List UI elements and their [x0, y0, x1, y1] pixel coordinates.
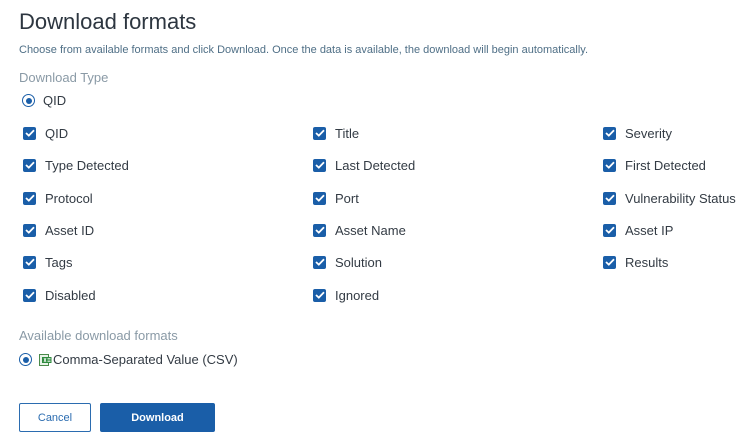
- field-label: Results: [625, 254, 669, 270]
- field-label: Type Detected: [45, 157, 129, 173]
- checkbox-checked-icon[interactable]: [313, 288, 326, 302]
- field-label: Severity: [625, 125, 672, 141]
- cancel-button[interactable]: Cancel: [19, 403, 91, 432]
- field-checkbox-asset-name[interactable]: Asset Name: [313, 222, 406, 238]
- checkbox-checked-icon[interactable]: [603, 126, 616, 140]
- download-type-option-label: QID: [43, 93, 67, 108]
- field-label: Asset Name: [335, 222, 406, 238]
- field-label: Title: [335, 125, 360, 141]
- field-checkbox-results[interactable]: Results: [603, 254, 668, 270]
- format-option-label: Comma-Separated Value (CSV): [53, 352, 238, 367]
- field-checkbox-ignored[interactable]: Ignored: [313, 287, 379, 303]
- download-button[interactable]: Download: [100, 403, 215, 432]
- checkbox-checked-icon[interactable]: [603, 191, 616, 205]
- field-checkbox-port[interactable]: Port: [313, 190, 359, 206]
- format-radio-csv[interactable]: Comma-Separated Value (CSV): [19, 352, 238, 367]
- field-checkbox-vulnerability-status[interactable]: Vulnerability Status: [603, 190, 736, 206]
- checkbox-checked-icon[interactable]: [603, 158, 616, 172]
- checkbox-checked-icon[interactable]: [23, 158, 36, 172]
- checkbox-checked-icon[interactable]: [313, 255, 326, 269]
- field-checkbox-tags[interactable]: Tags: [23, 254, 72, 270]
- field-label: Vulnerability Status: [625, 190, 736, 206]
- checkbox-checked-icon[interactable]: [23, 191, 36, 205]
- checkbox-checked-icon[interactable]: [313, 126, 326, 140]
- checkbox-checked-icon[interactable]: [23, 126, 36, 140]
- field-label: Last Detected: [335, 157, 416, 173]
- checkbox-checked-icon[interactable]: [313, 223, 326, 237]
- field-label: QID: [45, 125, 69, 141]
- available-formats-label: Available download formats: [19, 328, 178, 343]
- dialog-description: Choose from available formats and click …: [19, 44, 589, 56]
- field-checkbox-last-detected[interactable]: Last Detected: [313, 157, 415, 173]
- field-label: Ignored: [335, 287, 380, 303]
- field-checkbox-disabled[interactable]: Disabled: [23, 287, 96, 303]
- field-checkbox-solution[interactable]: Solution: [313, 254, 382, 270]
- field-checkbox-qid[interactable]: QID: [23, 125, 68, 141]
- radio-selected-icon[interactable]: [22, 94, 35, 107]
- field-label: Port: [335, 190, 359, 206]
- checkbox-checked-icon[interactable]: [603, 255, 616, 269]
- checkbox-checked-icon[interactable]: [23, 288, 36, 302]
- field-label: Disabled: [45, 287, 96, 303]
- field-checkbox-first-detected[interactable]: First Detected: [603, 157, 706, 173]
- download-type-label: Download Type: [19, 70, 109, 85]
- field-label: Solution: [335, 254, 382, 270]
- field-checkbox-asset-ip[interactable]: Asset IP: [603, 222, 673, 238]
- field-checkbox-type-detected[interactable]: Type Detected: [23, 157, 129, 173]
- checkbox-checked-icon[interactable]: [23, 255, 36, 269]
- field-checkbox-protocol[interactable]: Protocol: [23, 190, 93, 206]
- field-label: Asset IP: [625, 222, 674, 238]
- checkbox-checked-icon[interactable]: [603, 223, 616, 237]
- field-checkbox-title[interactable]: Title: [313, 125, 359, 141]
- dialog-title: Download formats: [19, 9, 197, 34]
- field-label: Tags: [45, 254, 73, 270]
- checkbox-checked-icon[interactable]: [313, 191, 326, 205]
- checkbox-checked-icon[interactable]: [23, 223, 36, 237]
- field-label: Protocol: [45, 190, 93, 206]
- field-checkbox-severity[interactable]: Severity: [603, 125, 672, 141]
- field-label: Asset ID: [45, 222, 95, 238]
- field-label: First Detected: [625, 157, 706, 173]
- field-checkbox-asset-id[interactable]: Asset ID: [23, 222, 94, 238]
- radio-selected-icon[interactable]: [19, 353, 32, 366]
- checkbox-checked-icon[interactable]: [313, 158, 326, 172]
- download-type-radio-qid[interactable]: QID: [22, 93, 66, 108]
- csv-file-icon: [39, 353, 52, 366]
